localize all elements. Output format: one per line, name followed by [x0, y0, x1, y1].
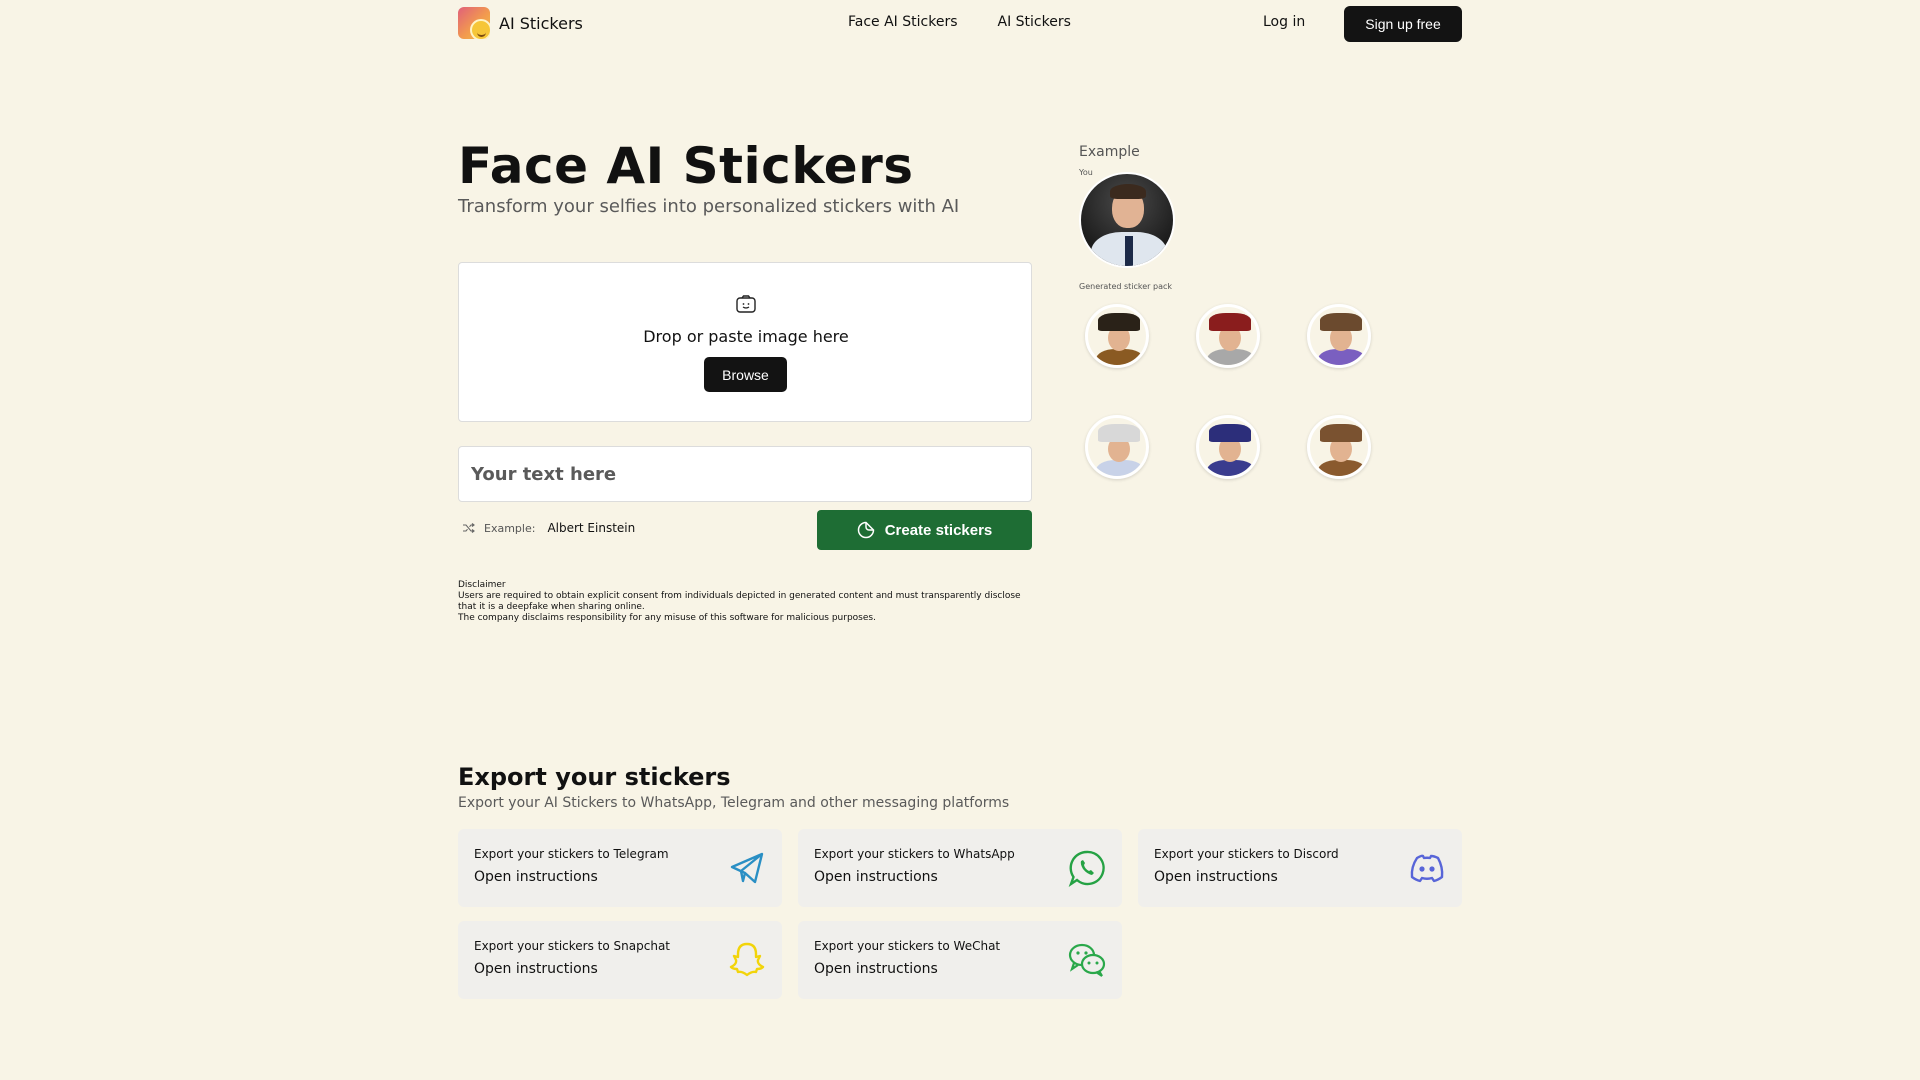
shuffle-icon	[463, 523, 475, 533]
explorer-sticker	[1307, 415, 1371, 479]
export-card-label: Export your stickers to Discord	[1154, 847, 1339, 861]
export-card-label: Export your stickers to Snapchat	[474, 939, 671, 953]
export-card-discord[interactable]: Export your stickers to Discord Open ins…	[1138, 829, 1462, 907]
nav-ai-stickers[interactable]: AI Stickers	[998, 14, 1071, 30]
open-instructions-link[interactable]: Open instructions	[474, 869, 598, 885]
scientist-sticker	[1085, 415, 1149, 479]
export-card-label: Export your stickers to Telegram	[474, 847, 669, 861]
open-instructions-link[interactable]: Open instructions	[814, 961, 938, 977]
signup-button[interactable]: Sign up free	[1344, 6, 1462, 42]
whatsapp-icon	[1068, 850, 1105, 887]
login-link[interactable]: Log in	[1263, 14, 1305, 30]
export-card-telegram[interactable]: Export your stickers to Telegram Open in…	[458, 829, 782, 907]
top-header: AI Stickers Face AI Stickers AI Stickers…	[458, 0, 1462, 46]
nav-face-ai-stickers[interactable]: Face AI Stickers	[848, 14, 958, 30]
page-title: Face AI Stickers	[458, 137, 914, 195]
example-value[interactable]: Albert Einstein	[547, 521, 635, 535]
camera-face-icon	[736, 295, 756, 313]
discord-icon	[1410, 854, 1444, 883]
sticker-icon	[857, 521, 874, 539]
export-subtitle: Export your AI Stickers to WhatsApp, Tel…	[458, 795, 1010, 811]
export-card-label: Export your stickers to WeChat	[814, 939, 1001, 953]
dropzone-text: Drop or paste image here	[643, 327, 849, 346]
main-nav: Face AI Stickers AI Stickers	[848, 14, 1071, 30]
pirate-sticker	[1085, 304, 1149, 368]
browse-button[interactable]: Browse	[704, 357, 787, 392]
logo-icon	[458, 7, 490, 39]
export-card-snapchat[interactable]: Export your stickers to Snapchat Open in…	[458, 921, 782, 999]
open-instructions-link[interactable]: Open instructions	[814, 869, 938, 885]
export-title: Export your stickers	[458, 763, 731, 791]
wechat-icon	[1068, 943, 1106, 977]
telegram-icon	[730, 852, 764, 884]
disclaimer-title: Disclaimer	[458, 580, 506, 590]
export-card-whatsapp[interactable]: Export your stickers to WhatsApp Open in…	[798, 829, 1122, 907]
open-instructions-link[interactable]: Open instructions	[1154, 869, 1278, 885]
smiling-man-sticker	[1307, 304, 1371, 368]
brand-name: AI Stickers	[499, 13, 583, 33]
export-card-label: Export your stickers to WhatsApp	[814, 847, 1015, 861]
disclaimer: Disclaimer Users are required to obtain …	[458, 580, 1032, 624]
open-instructions-link[interactable]: Open instructions	[474, 961, 598, 977]
you-label: You	[1079, 168, 1093, 177]
wizard-sticker	[1196, 415, 1260, 479]
example-title: Example	[1079, 144, 1140, 160]
create-button-label: Create stickers	[884, 521, 993, 539]
create-stickers-button[interactable]: Create stickers	[817, 510, 1032, 550]
roman-soldier-sticker	[1196, 304, 1260, 368]
disclaimer-line-1: Users are required to obtain explicit co…	[458, 591, 1021, 612]
export-card-wechat[interactable]: Export your stickers to WeChat Open inst…	[798, 921, 1122, 999]
brand-logo[interactable]: AI Stickers	[458, 7, 583, 39]
example-suggestion[interactable]: Example: Albert Einstein	[462, 521, 635, 535]
page-subtitle: Transform your selfies into personalized…	[458, 196, 960, 217]
example-label: Example:	[484, 521, 536, 535]
example-user-photo	[1079, 172, 1175, 268]
disclaimer-line-2: The company disclaims responsibility for…	[458, 613, 876, 623]
sticker-text-input[interactable]	[458, 446, 1032, 502]
snapchat-icon	[729, 942, 765, 977]
generated-pack-label: Generated sticker pack	[1079, 282, 1173, 291]
image-dropzone[interactable]: Drop or paste image here Browse	[458, 262, 1032, 422]
